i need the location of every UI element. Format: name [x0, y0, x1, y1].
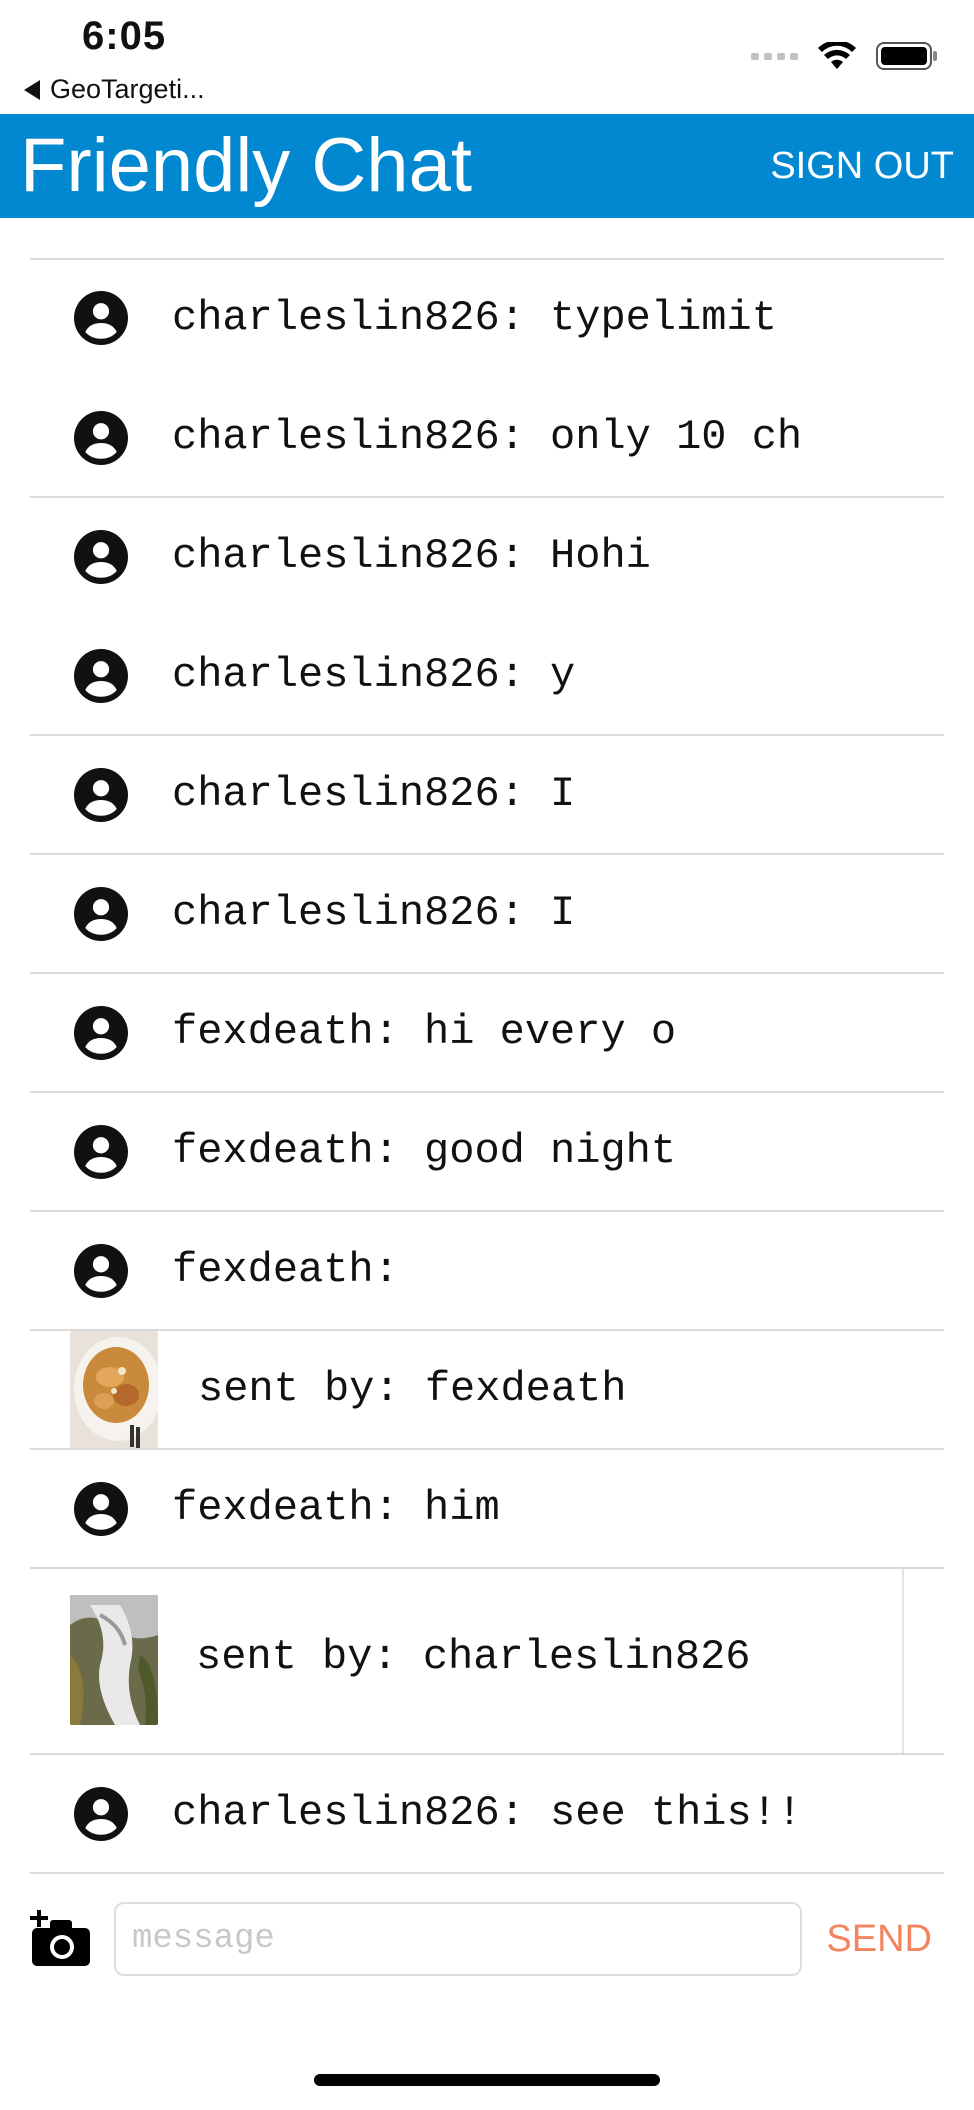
message-text: charleslin826: I [172, 770, 576, 818]
back-app-label: GeoTargeti... [50, 74, 205, 104]
image-message-item[interactable]: sent by: charleslin826 [30, 1567, 944, 1755]
message-item: charleslin826: see this!! [30, 1753, 944, 1874]
message-text: fexdeath: good night [172, 1127, 677, 1175]
back-arrow-icon [24, 79, 40, 100]
account-circle-icon [74, 1006, 128, 1060]
message-text: fexdeath: him [172, 1484, 500, 1532]
message-text: charleslin826: y [172, 651, 576, 699]
message-item: charleslin826: only 10 ch [30, 377, 944, 496]
wifi-icon [818, 42, 856, 69]
account-circle-icon [74, 768, 128, 822]
sent-by-label: sent by: charleslin826 [196, 1633, 751, 1681]
message-item: charleslin826: y [30, 615, 944, 734]
account-circle-icon [74, 1244, 128, 1298]
status-icons [751, 42, 938, 70]
back-to-app-link[interactable]: GeoTargeti... [24, 74, 205, 105]
list-bottom-divider [30, 1872, 944, 1874]
cellular-signal-icon [751, 52, 798, 60]
add-photo-camera-icon[interactable] [30, 1910, 92, 1968]
battery-icon [876, 42, 937, 70]
account-circle-icon [74, 1125, 128, 1179]
message-item: charleslin826: typelimit [30, 258, 944, 377]
food-photo-thumbnail[interactable] [70, 1331, 158, 1449]
message-text: fexdeath: [172, 1246, 399, 1294]
message-text: charleslin826: I [172, 889, 576, 937]
message-text: charleslin826: Hohi [172, 532, 651, 580]
divider [902, 1569, 904, 1755]
message-text: charleslin826: only 10 ch [172, 413, 803, 461]
message-text: charleslin826: see this!! [172, 1789, 803, 1837]
app-title: Friendly Chat [20, 123, 472, 208]
message-item: fexdeath: hi every o [30, 972, 944, 1093]
message-composer: SEND [0, 1880, 974, 2000]
sign-out-button[interactable]: SIGN OUT [770, 142, 954, 190]
account-circle-icon [74, 649, 128, 703]
send-button[interactable]: SEND [826, 1916, 932, 1962]
account-circle-icon [74, 887, 128, 941]
account-circle-icon [74, 1482, 128, 1536]
message-item: fexdeath: him [30, 1448, 944, 1569]
status-time: 6:05 [82, 14, 167, 58]
home-indicator [314, 2074, 660, 2086]
account-circle-icon [74, 411, 128, 465]
message-item: fexdeath: [30, 1210, 944, 1331]
message-item: charleslin826: I [30, 734, 944, 855]
message-item: fexdeath: good night [30, 1091, 944, 1212]
waterfall-photo-thumbnail[interactable] [70, 1595, 158, 1725]
image-message-item[interactable]: sent by: fexdeath [30, 1329, 944, 1450]
message-item: charleslin826: I [30, 853, 944, 974]
sent-by-label: sent by: fexdeath [198, 1365, 627, 1413]
app-bar: Friendly Chat SIGN OUT [0, 114, 974, 218]
message-item: charleslin826: Hohi [30, 496, 944, 615]
account-circle-icon [74, 1787, 128, 1841]
message-text: fexdeath: hi every o [172, 1008, 677, 1056]
message-text: charleslin826: typelimit [172, 294, 777, 342]
account-circle-icon [74, 291, 128, 345]
message-input[interactable] [114, 1902, 802, 1976]
status-bar: 6:05 GeoTargeti... [0, 0, 974, 114]
account-circle-icon [74, 530, 128, 584]
